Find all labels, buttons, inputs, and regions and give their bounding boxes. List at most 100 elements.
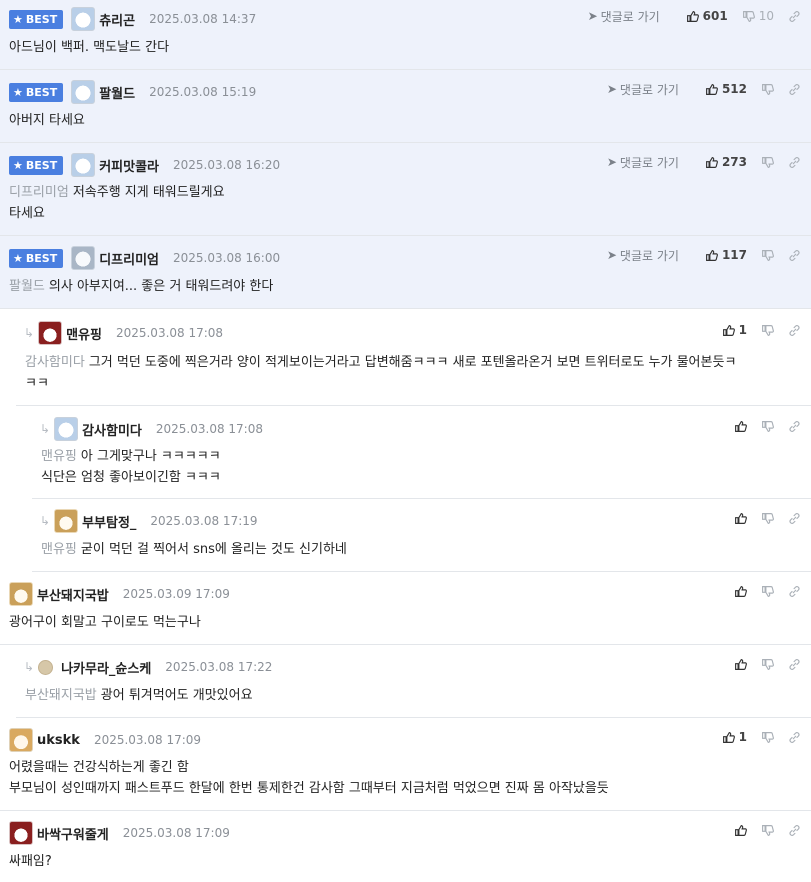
thumbs-up-icon — [734, 658, 747, 671]
mention-link[interactable]: 디프리미엄 — [9, 185, 69, 200]
avatar[interactable] — [71, 7, 96, 31]
like-button[interactable]: 601 — [686, 9, 728, 23]
like-button[interactable]: 1 — [722, 323, 747, 337]
dislike-button[interactable] — [761, 585, 774, 598]
goto-comment-link[interactable]: ➤ 댓글로 가기 — [607, 247, 679, 264]
dislike-button[interactable] — [761, 658, 774, 671]
navigate-arrow-icon: ➤ — [606, 82, 617, 96]
comment-author[interactable]: 감사함미다 — [82, 420, 142, 439]
like-button[interactable] — [734, 420, 747, 433]
comment-date: 2025.03.08 17:19 — [150, 514, 258, 528]
reply-arrow-icon: ↳ — [24, 326, 35, 340]
comment-author[interactable]: 부부탐정_ — [82, 512, 136, 531]
like-button[interactable] — [734, 658, 747, 671]
thumbs-down-icon — [761, 585, 774, 598]
avatar[interactable] — [71, 80, 96, 104]
copy-link-button[interactable] — [788, 249, 801, 262]
comment-text: 아드님이 백퍼. 맥도날드 간다 — [9, 40, 170, 55]
comment-text-line2: 타세요 — [9, 206, 45, 221]
dislike-button[interactable] — [761, 156, 774, 169]
like-button[interactable]: 512 — [705, 82, 747, 96]
dislike-button[interactable] — [761, 420, 774, 433]
copy-link-button[interactable] — [788, 156, 801, 169]
comment-text: 의사 아부지여... 좋은 거 태워드려야 한다 — [48, 279, 274, 294]
comment-text: 저속주행 지게 태워드릴게요 — [72, 185, 225, 200]
comment-author[interactable]: ukskk — [37, 733, 80, 748]
dislike-button[interactable] — [761, 83, 774, 96]
like-button[interactable] — [734, 585, 747, 598]
comment-date: 2025.03.08 16:20 — [173, 158, 281, 172]
avatar[interactable] — [54, 417, 79, 441]
thumbs-up-icon — [734, 585, 747, 598]
comment-text: 어렸을때는 건강식하는게 좋긴 함 — [9, 760, 189, 775]
dislike-button[interactable] — [761, 512, 774, 525]
comment-date: 2025.03.08 14:37 — [149, 12, 257, 26]
copy-link-button[interactable] — [788, 10, 801, 23]
comment-author[interactable]: 바싹구워줄게 — [37, 824, 109, 843]
link-icon — [788, 512, 801, 525]
copy-link-button[interactable] — [788, 731, 801, 744]
copy-link-button[interactable] — [788, 420, 801, 433]
like-button[interactable]: 1 — [722, 730, 747, 744]
avatar[interactable] — [9, 821, 33, 845]
reply-arrow-icon: ↳ — [40, 422, 51, 436]
like-button[interactable]: 273 — [705, 155, 747, 169]
avatar[interactable] — [71, 246, 96, 270]
comment-author[interactable]: 맨유핑 — [66, 324, 102, 343]
avatar[interactable] — [71, 153, 96, 177]
comment-author[interactable]: 부산돼지국밥 — [37, 585, 109, 604]
comment-text-line2: 식단은 엄청 좋아보이긴함 ㅋㅋㅋ — [41, 470, 221, 485]
mention-link[interactable]: 감사함미다 — [25, 355, 85, 370]
comment-text-line2: ㅋㅋ — [25, 376, 49, 391]
star-icon: ★ — [13, 85, 23, 99]
dislike-button[interactable] — [761, 731, 774, 744]
copy-link-button[interactable] — [788, 83, 801, 96]
thumbs-up-icon — [734, 824, 747, 837]
thumbs-down-icon — [761, 249, 774, 262]
mention-link[interactable]: 부산돼지국밥 — [25, 688, 97, 703]
goto-comment-link[interactable]: ➤ 댓글로 가기 — [588, 8, 660, 25]
comment-date: 2025.03.08 17:22 — [165, 660, 273, 674]
reply-item: ↳ 부부탐정_ 2025.03.08 17:19 맨유핑 굳이 먹던 걸 찍어서 … — [32, 499, 811, 572]
copy-link-button[interactable] — [788, 585, 801, 598]
copy-link-button[interactable] — [788, 824, 801, 837]
goto-comment-link[interactable]: ➤ 댓글로 가기 — [607, 154, 679, 171]
mention-link[interactable]: 맨유핑 — [41, 449, 77, 464]
comment-date: 2025.03.09 17:09 — [122, 587, 230, 601]
comment-author[interactable]: 디프리미엄 — [99, 249, 159, 268]
like-button[interactable]: 117 — [705, 248, 747, 262]
thumbs-up-icon — [705, 83, 718, 96]
copy-link-button[interactable] — [788, 512, 801, 525]
mention-link[interactable]: 맨유핑 — [41, 542, 77, 557]
comment-author[interactable]: 팔월드 — [99, 83, 135, 102]
link-icon — [788, 585, 801, 598]
thumbs-down-icon — [761, 83, 774, 96]
dislike-button[interactable] — [761, 324, 774, 337]
avatar[interactable] — [38, 321, 63, 345]
like-button[interactable] — [734, 824, 747, 837]
avatar[interactable] — [9, 728, 33, 752]
thumbs-down-icon — [742, 10, 755, 23]
like-button[interactable] — [734, 512, 747, 525]
comment-text: 광어구이 회말고 구이로도 먹는구나 — [9, 615, 201, 630]
avatar[interactable] — [38, 659, 54, 675]
avatar[interactable] — [54, 509, 79, 533]
comment-author[interactable]: 나카무라_슌스케 — [61, 658, 151, 677]
copy-link-button[interactable] — [788, 658, 801, 671]
dislike-button[interactable]: 10 — [742, 9, 774, 23]
dislike-button[interactable] — [761, 824, 774, 837]
goto-comment-link[interactable]: ➤ 댓글로 가기 — [607, 81, 679, 98]
avatar[interactable] — [9, 582, 33, 606]
star-icon: ★ — [13, 158, 23, 172]
thumbs-down-icon — [761, 420, 774, 433]
mention-link[interactable]: 팔월드 — [9, 279, 45, 294]
copy-link-button[interactable] — [788, 324, 801, 337]
dislike-button[interactable] — [761, 249, 774, 262]
link-icon — [788, 658, 801, 671]
thumbs-down-icon — [761, 824, 774, 837]
comment-author[interactable]: 츄리곤 — [99, 10, 135, 29]
comment-date: 2025.03.08 16:00 — [173, 251, 281, 265]
comment-author[interactable]: 커피맛콜라 — [99, 156, 159, 175]
comment-date: 2025.03.08 15:19 — [149, 85, 257, 99]
navigate-arrow-icon: ➤ — [606, 248, 617, 262]
